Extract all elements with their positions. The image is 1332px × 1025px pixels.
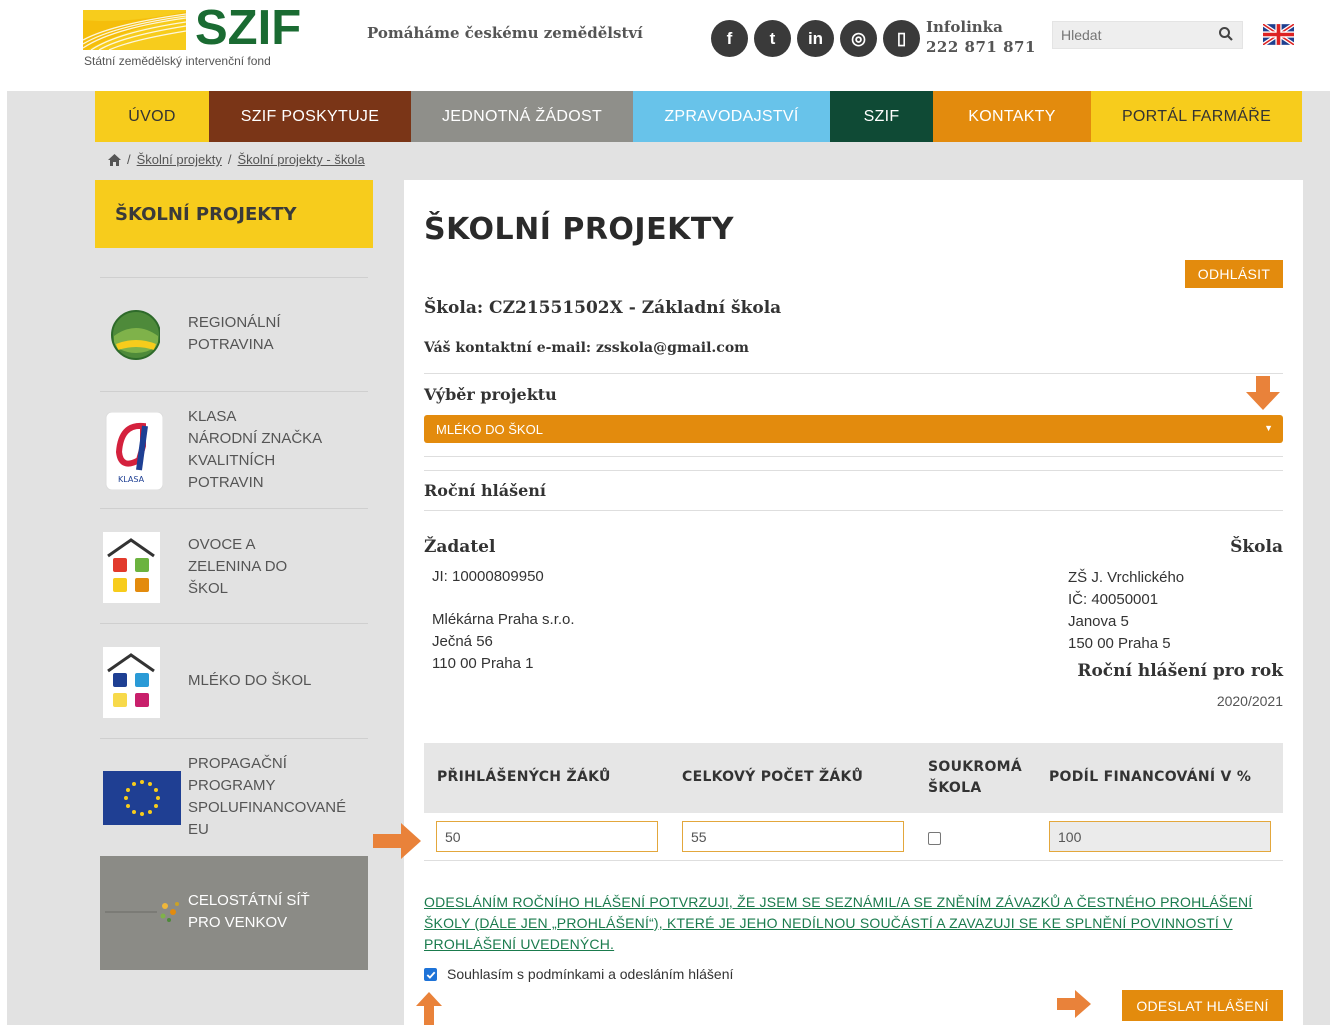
report-year: 2020/2021 bbox=[1216, 693, 1283, 709]
nav-item-jednotna-zadost[interactable]: JEDNOTNÁ ŽÁDOST bbox=[411, 91, 633, 142]
arrow-down-icon bbox=[1246, 376, 1280, 410]
column-header: CELKOVÝ POČET ŽÁKŮ bbox=[682, 769, 864, 785]
site-header: SZIF Státní zemědělský intervenční fond … bbox=[0, 0, 1332, 90]
logout-button[interactable]: ODHLÁSIT bbox=[1185, 260, 1283, 288]
arrow-right-icon bbox=[373, 823, 421, 859]
breadcrumb-link-skolni-projekty-skola[interactable]: Školní projekty - škola bbox=[238, 152, 365, 167]
applicant-name: Mlékárna Praha s.r.o. bbox=[432, 611, 575, 628]
sidebar-item-ovoce-zelenina[interactable]: OVOCE A ZELENINA DO ŠKOL bbox=[100, 508, 368, 623]
eu-flag-icon bbox=[103, 771, 181, 825]
klasa-icon: KLASA bbox=[105, 412, 163, 490]
nav-item-zpravodajstvi[interactable]: ZPRAVODAJSTVÍ bbox=[633, 91, 830, 142]
consent-declaration-link[interactable]: ODESLÁNÍM ROČNÍHO HLÁŠENÍ POTVRZUJI, ŽE … bbox=[424, 892, 1284, 955]
arrow-up-icon bbox=[416, 992, 442, 1025]
applicant-street: Ječná 56 bbox=[432, 633, 493, 650]
school-city: 150 00 Praha 5 bbox=[1068, 635, 1171, 652]
logo-subtitle: Státní zemědělský intervenční fond bbox=[84, 54, 271, 68]
project-selection-heading: Výběr projektu bbox=[424, 385, 557, 404]
phone-icon[interactable]: ▯ bbox=[883, 20, 920, 57]
sidebar-item-label: MLÉKO DO ŠKOL bbox=[188, 672, 312, 689]
school-identifier: Škola: CZ21551502X - Základní škola bbox=[424, 298, 782, 318]
mleko-icon bbox=[103, 647, 160, 718]
table-header: PŘIHLÁŠENÝCH ŽÁKŮ CELKOVÝ POČET ŽÁKŮ SOU… bbox=[424, 743, 1283, 813]
svg-text:KLASA: KLASA bbox=[118, 475, 145, 484]
sidebar-item-label: CELOSTÁTNÍ SÍŤ PRO VENKOV bbox=[188, 892, 310, 931]
linkedin-icon[interactable]: in bbox=[797, 20, 834, 57]
sidebar-item-label: PROPAGAČNÍ PROGRAMY SPOLUFINANCOVANÉ EU bbox=[188, 755, 347, 838]
school-name: ZŠ J. Vrchlického bbox=[1068, 569, 1185, 586]
home-icon[interactable] bbox=[108, 153, 121, 166]
project-select-value: MLÉKO DO ŠKOL bbox=[436, 421, 543, 437]
arrow-right-icon bbox=[1057, 990, 1091, 1018]
breadcrumb-separator: / bbox=[227, 152, 232, 167]
infolinka-label: Infolinka bbox=[926, 18, 1003, 36]
submit-report-button[interactable]: ODESLAT HLÁŠENÍ bbox=[1122, 990, 1283, 1021]
column-header: PŘIHLÁŠENÝCH ŽÁKŮ bbox=[437, 769, 611, 785]
applicant-heading: Žadatel bbox=[424, 537, 496, 557]
divider bbox=[424, 470, 1283, 471]
agree-checkbox[interactable] bbox=[424, 968, 437, 981]
search-input[interactable] bbox=[1053, 22, 1213, 48]
total-pupils-input[interactable] bbox=[682, 821, 904, 852]
project-select[interactable]: MLÉKO DO ŠKOL ▼ bbox=[424, 415, 1283, 443]
nav-item-uvod[interactable]: ÚVOD bbox=[95, 91, 209, 142]
divider bbox=[424, 510, 1283, 511]
divider bbox=[424, 456, 1283, 457]
celostatni-sit-icon bbox=[105, 902, 179, 922]
social-links: f t in ◎ ▯ bbox=[711, 20, 920, 57]
financing-share-input bbox=[1049, 821, 1271, 852]
nav-item-szif[interactable]: SZIF bbox=[830, 91, 933, 142]
divider bbox=[424, 860, 1283, 861]
applicant-ji: JI: 10000809950 bbox=[432, 568, 544, 585]
breadcrumb-link-skolni-projekty[interactable]: Školní projekty bbox=[137, 152, 222, 167]
registered-pupils-input[interactable] bbox=[436, 821, 658, 852]
tagline: Pomáháme českému zemědělství bbox=[367, 24, 643, 42]
applicant-city: 110 00 Praha 1 bbox=[432, 655, 534, 672]
column-header: SOUKROMÁ ŠKOLA bbox=[928, 759, 1023, 796]
school-ico: IČ: 40050001 bbox=[1068, 591, 1159, 608]
szif-logo[interactable]: SZIF Státní zemědělský intervenční fond bbox=[83, 1, 313, 70]
sidebar-item-propagacni-programy[interactable]: PROPAGAČNÍ PROGRAMY SPOLUFINANCOVANÉ EU bbox=[100, 738, 368, 856]
facebook-icon[interactable]: f bbox=[711, 20, 748, 57]
sidebar-item-mleko[interactable]: MLÉKO DO ŠKOL bbox=[100, 623, 368, 738]
twitter-icon[interactable]: t bbox=[754, 20, 791, 57]
logo-text: SZIF bbox=[195, 1, 302, 55]
sidebar-item-regionalni-potravina[interactable]: REGIONÁLNÍ POTRAVINA bbox=[100, 277, 368, 391]
sidebar-item-klasa[interactable]: KLASA KLASA NÁRODNÍ ZNAČKA KVALITNÍCH POTRA… bbox=[100, 391, 368, 508]
szif-logo-mark-icon bbox=[83, 10, 186, 50]
sidebar-item-celostatni-sit[interactable]: CELOSTÁTNÍ SÍŤ PRO VENKOV bbox=[100, 856, 368, 970]
column-header: PODÍL FINANCOVÁNÍ V % bbox=[1049, 769, 1252, 785]
infolinka: Infolinka 222 871 871 bbox=[926, 18, 1036, 56]
caret-down-icon: ▼ bbox=[1264, 423, 1273, 433]
school-street: Janova 5 bbox=[1068, 613, 1129, 630]
sidebar-item-label: OVOCE A ZELENINA DO ŠKOL bbox=[188, 536, 288, 597]
instagram-icon[interactable]: ◎ bbox=[840, 20, 877, 57]
search-icon[interactable] bbox=[1218, 26, 1234, 42]
infolinka-number[interactable]: 222 871 871 bbox=[926, 38, 1036, 56]
regionalni-potravina-icon bbox=[111, 310, 160, 360]
report-year-label: Roční hlášení pro rok bbox=[1077, 661, 1283, 681]
agree-label: Souhlasím s podmínkami a odesláním hláše… bbox=[447, 966, 734, 982]
checkmark-icon bbox=[426, 971, 436, 979]
sidebar-item-label: REGIONÁLNÍ POTRAVINA bbox=[188, 314, 281, 353]
contact-email: Váš kontaktní e-mail: zsskola@gmail.com bbox=[424, 340, 749, 356]
annual-report-heading: Roční hlášení bbox=[424, 481, 546, 500]
private-school-checkbox[interactable] bbox=[928, 832, 941, 845]
nav-item-portal-farmare[interactable]: PORTÁL FARMÁŘE bbox=[1091, 91, 1302, 142]
main-panel: ŠKOLNÍ PROJEKTY ODHLÁSIT Škola: CZ215515… bbox=[373, 180, 1303, 1025]
sidebar-title: ŠKOLNÍ PROJEKTY bbox=[95, 180, 373, 248]
ovoce-zelenina-icon bbox=[103, 532, 160, 603]
breadcrumb: / Školní projekty / Školní projekty - šk… bbox=[108, 152, 365, 167]
page-title: ŠKOLNÍ PROJEKTY bbox=[424, 212, 735, 247]
school-heading: Škola bbox=[1230, 537, 1283, 557]
nav-item-szif-poskytuje[interactable]: SZIF POSKYTUJE bbox=[209, 91, 411, 142]
uk-flag-icon[interactable] bbox=[1263, 24, 1294, 45]
search-box bbox=[1052, 21, 1243, 49]
breadcrumb-separator: / bbox=[127, 152, 131, 167]
nav-item-kontakty[interactable]: KONTAKTY bbox=[933, 91, 1091, 142]
main-navigation: ÚVOD SZIF POSKYTUJE JEDNOTNÁ ŽÁDOST ZPRA… bbox=[95, 91, 1302, 142]
divider bbox=[424, 373, 1283, 374]
sidebar-item-label: KLASA NÁRODNÍ ZNAČKA KVALITNÍCH POTRAVIN bbox=[188, 408, 323, 491]
